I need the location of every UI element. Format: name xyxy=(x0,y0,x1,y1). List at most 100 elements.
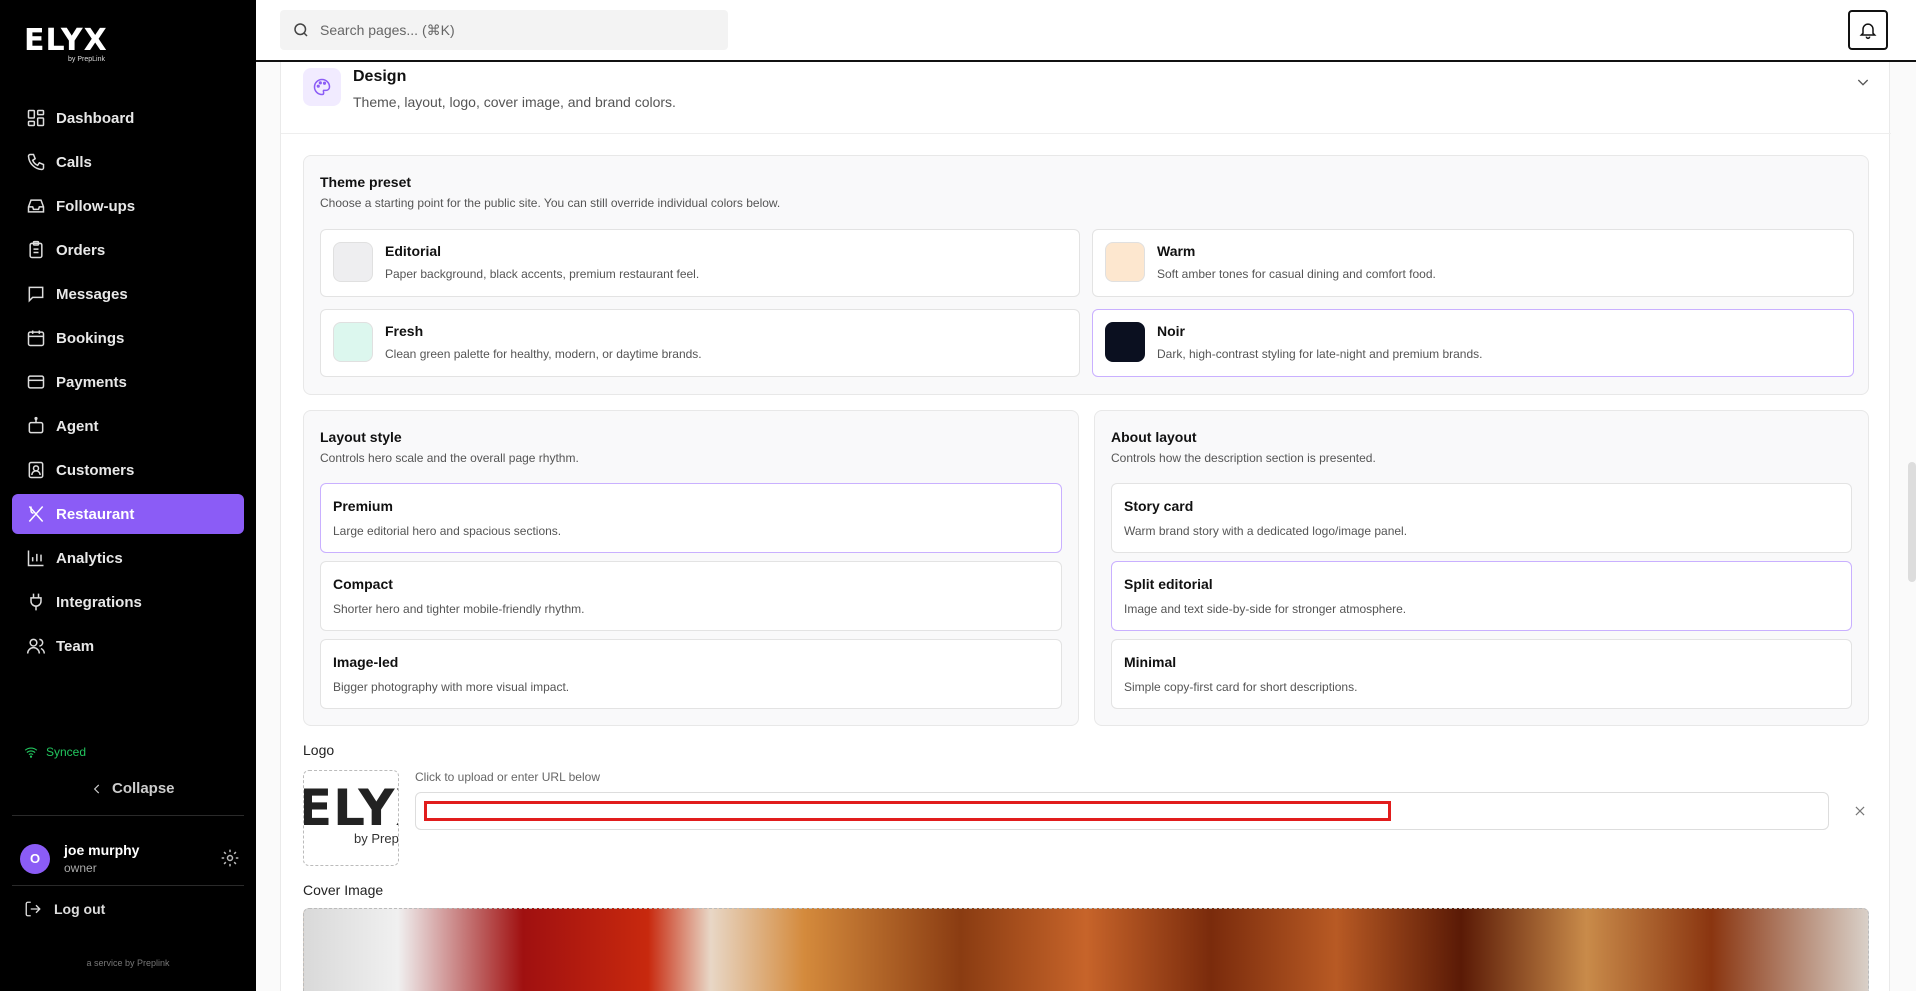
calendar-icon xyxy=(27,330,45,347)
layout-option-description: Bigger photography with more visual impa… xyxy=(333,680,570,694)
cover-image-upload[interactable] xyxy=(303,908,1869,991)
sidebar-item-label: Dashboard xyxy=(56,109,135,127)
users-icon xyxy=(26,638,46,654)
chevron-left-icon xyxy=(93,784,100,793)
search-bar[interactable] xyxy=(280,10,728,50)
layout-option-image-led[interactable]: Image-led Bigger photography with more v… xyxy=(320,639,1062,709)
theme-option-name: Warm xyxy=(1157,243,1196,259)
theme-option-fresh[interactable]: Fresh Clean green palette for healthy, m… xyxy=(320,309,1080,377)
theme-option-editorial[interactable]: Editorial Paper background, black accent… xyxy=(320,229,1080,297)
design-title: Design xyxy=(353,68,407,85)
sidebar-item-follow-ups[interactable]: Follow-ups xyxy=(12,186,244,226)
theme-option-warm[interactable]: Warm Soft amber tones for casual dining … xyxy=(1092,229,1854,297)
sidebar-item-label: Integrations xyxy=(56,593,142,611)
theme-preset-title: Theme preset xyxy=(320,174,412,190)
about-option-story-card[interactable]: Story card Warm brand story with a dedic… xyxy=(1111,483,1852,553)
logo-label: Logo xyxy=(303,742,335,758)
layout-style-title: Layout style xyxy=(320,429,402,445)
sidebar-item-messages[interactable]: Messages xyxy=(12,274,244,314)
design-header[interactable]: Design Theme, layout, logo, cover image,… xyxy=(281,62,1891,134)
theme-option-noir[interactable]: Noir Dark, high-contrast styling for lat… xyxy=(1092,309,1854,377)
layout-style-description: Controls hero scale and the overall page… xyxy=(320,451,579,465)
sidebar-item-integrations[interactable]: Integrations xyxy=(12,582,244,622)
inbox-icon xyxy=(27,199,45,213)
sidebar-item-dashboard[interactable]: Dashboard xyxy=(12,98,244,138)
sidebar-item-payments[interactable]: Payments xyxy=(12,362,244,402)
search-icon xyxy=(294,23,308,37)
logo-preview-sub: by PrepLink xyxy=(354,831,399,846)
brand-name: ELYX xyxy=(24,23,108,58)
sidebar-item-label: Customers xyxy=(56,461,135,479)
contact-icon xyxy=(28,461,44,479)
sidebar-item-restaurant[interactable]: Restaurant xyxy=(12,494,244,534)
logo-preview-word: ELYX xyxy=(303,779,398,837)
logo-url-highlight[interactable] xyxy=(424,801,1391,821)
clipboard-icon xyxy=(29,240,43,259)
collapse-button[interactable]: Collapse xyxy=(90,780,175,797)
chart-icon xyxy=(27,550,44,567)
about-option-split-editorial[interactable]: Split editorial Image and text side-by-s… xyxy=(1111,561,1852,631)
logout-label: Log out xyxy=(54,901,106,917)
about-option-name: Story card xyxy=(1124,498,1194,514)
notifications-button[interactable] xyxy=(1848,10,1888,50)
about-option-description: Warm brand story with a dedicated logo/i… xyxy=(1124,524,1408,538)
theme-option-name: Noir xyxy=(1157,323,1185,339)
theme-option-description: Soft amber tones for casual dining and c… xyxy=(1157,267,1436,281)
search-input[interactable] xyxy=(320,22,700,38)
sidebar-item-agent[interactable]: Agent xyxy=(12,406,244,446)
theme-option-name: Fresh xyxy=(385,323,424,339)
sidebar-item-bookings[interactable]: Bookings xyxy=(12,318,244,358)
phone-icon xyxy=(27,153,45,171)
chevron-down-icon[interactable] xyxy=(1855,74,1871,90)
theme-swatch xyxy=(1105,242,1145,282)
collapse-label: Collapse xyxy=(112,780,175,797)
brand-logo[interactable]: ELYX by PrepLink xyxy=(24,23,108,64)
sidebar-item-analytics[interactable]: Analytics xyxy=(12,538,244,578)
about-option-minimal[interactable]: Minimal Simple copy-first card for short… xyxy=(1111,639,1852,709)
bell-icon xyxy=(1859,23,1877,40)
layout-option-premium[interactable]: Premium Large editorial hero and spaciou… xyxy=(320,483,1062,553)
avatar[interactable]: O xyxy=(20,843,50,874)
layout-option-name: Image-led xyxy=(333,654,399,670)
card-icon xyxy=(27,375,45,389)
sidebar-item-orders[interactable]: Orders xyxy=(12,230,244,270)
layout-option-description: Large editorial hero and spacious sectio… xyxy=(333,524,562,538)
user-name: joe murphy xyxy=(64,842,140,858)
sidebar-item-customers[interactable]: Customers xyxy=(12,450,244,490)
layout-style-section: Layout style Controls hero scale and the… xyxy=(303,410,1079,726)
sidebar-divider xyxy=(12,815,244,816)
theme-preset-description: Choose a starting point for the public s… xyxy=(320,196,781,210)
sidebar-item-calls[interactable]: Calls xyxy=(12,142,244,182)
top-bar xyxy=(256,0,1916,62)
user-role: owner xyxy=(64,861,97,875)
about-option-name: Minimal xyxy=(1124,654,1177,670)
logo-upload-box[interactable]: ELYX by PrepLink xyxy=(303,770,399,866)
logo-url-field[interactable] xyxy=(415,792,1829,830)
brand-sub: by PrepLink xyxy=(68,56,105,63)
layout-option-name: Compact xyxy=(333,576,393,592)
bot-icon xyxy=(28,416,44,434)
theme-swatch xyxy=(1105,322,1145,362)
sidebar-item-team[interactable]: Team xyxy=(12,626,244,666)
theme-option-description: Dark, high-contrast styling for late-nig… xyxy=(1157,347,1483,361)
wifi-icon xyxy=(24,747,38,758)
logo-upload-hint: Click to upload or enter URL below xyxy=(415,770,600,784)
about-layout-description: Controls how the description section is … xyxy=(1111,451,1376,465)
about-option-description: Image and text side-by-side for stronger… xyxy=(1124,602,1407,616)
sidebar-item-label: Restaurant xyxy=(56,505,135,523)
palette-icon xyxy=(303,68,341,106)
layout-option-compact[interactable]: Compact Shorter hero and tighter mobile-… xyxy=(320,561,1062,631)
gear-icon[interactable] xyxy=(220,848,240,868)
close-icon[interactable] xyxy=(1853,804,1867,818)
dashboard-icon xyxy=(27,109,45,127)
sync-status-label: Synced xyxy=(46,745,87,759)
layout-option-name: Premium xyxy=(333,498,393,514)
scrollbar[interactable] xyxy=(1908,462,1916,582)
logout-icon xyxy=(25,901,41,917)
sidebar-item-label: Team xyxy=(56,637,95,655)
main-content: Design Theme, layout, logo, cover image,… xyxy=(256,62,1916,991)
design-description: Theme, layout, logo, cover image, and br… xyxy=(353,94,676,110)
chat-icon xyxy=(28,286,44,303)
logout-button[interactable]: Log out xyxy=(24,900,105,918)
about-layout-section: About layout Controls how the descriptio… xyxy=(1094,410,1869,726)
